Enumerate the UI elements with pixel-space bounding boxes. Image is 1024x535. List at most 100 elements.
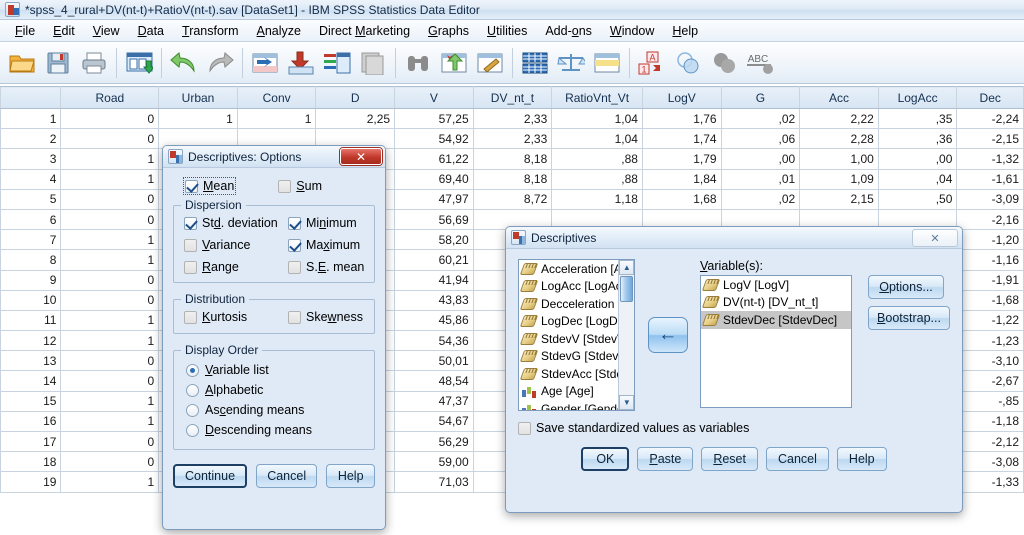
goto-case-icon[interactable]	[249, 45, 281, 81]
value-labels-icon[interactable]: A1	[636, 45, 668, 81]
grid-cell-acc[interactable]: 1,09	[799, 168, 879, 190]
recall-dialogs-icon[interactable]	[123, 45, 155, 81]
list-item[interactable]: LogV [LogV]	[701, 276, 851, 294]
move-variable-button[interactable]: ←	[647, 317, 688, 353]
show-all-variables-icon[interactable]	[708, 45, 740, 81]
grid-cell-v[interactable]: 45,86	[394, 309, 474, 332]
grid-cell-dec[interactable]: -3,08	[956, 451, 1024, 473]
grid-cell-road[interactable]: 0	[60, 208, 160, 231]
grid-cell-dec[interactable]: -1,68	[956, 289, 1024, 311]
list-item[interactable]: Gender [Gender]	[519, 400, 631, 410]
column-header-urban[interactable]: Urban	[158, 86, 238, 109]
alphabetic-radio[interactable]: Alphabetic	[186, 383, 263, 397]
table-row[interactable]: 3 1 61,22 8,18,88 1,79,00 1,00,00 -1,32	[0, 148, 1024, 170]
grid-cell-ratiovnt-vt[interactable]: 1,18	[551, 188, 643, 210]
grid-cell-v[interactable]: 56,29	[394, 430, 474, 453]
target-variable-list[interactable]: LogV [LogV] DV(nt-t) [DV_nt_t] StdevDec …	[700, 275, 852, 408]
grid-cell-road[interactable]: 1	[60, 229, 160, 251]
kurtosis-checkbox[interactable]: Kurtosis	[184, 310, 288, 324]
grid-cell-dec[interactable]: -1,61	[956, 168, 1024, 190]
grid-cell-g[interactable]: ,02	[720, 188, 801, 210]
help-button[interactable]: Help	[836, 446, 887, 471]
grid-cell-dec[interactable]: -1,32	[956, 148, 1024, 170]
grid-cell-road[interactable]: 0	[60, 188, 160, 210]
maximum-checkbox[interactable]: Maximum	[288, 238, 366, 252]
grid-cell-v[interactable]: 47,37	[394, 390, 474, 412]
grid-cell-v[interactable]: 60,21	[394, 249, 474, 271]
grid-cell-acc[interactable]: 2,22	[799, 107, 879, 130]
grid-cell-ratiovnt-vt[interactable]: 1,04	[551, 107, 643, 130]
options-button[interactable]: Options...	[868, 275, 944, 299]
close-icon[interactable]: ✕	[912, 229, 958, 247]
grid-cell-dec[interactable]: -1,22	[956, 309, 1024, 332]
descending-means-radio[interactable]: Descending means	[186, 423, 312, 437]
menu-window[interactable]: Window	[601, 22, 663, 40]
grid-cell-road[interactable]: 0	[60, 370, 160, 392]
grid-cell-v[interactable]: 56,69	[394, 208, 474, 231]
column-header-logacc[interactable]: LogAcc	[877, 86, 958, 109]
grid-cell-v[interactable]: 43,83	[394, 289, 474, 311]
insert-variable-icon[interactable]	[474, 45, 506, 81]
cancel-button[interactable]: Cancel	[256, 464, 318, 488]
grid-cell-road[interactable]: 1	[60, 309, 160, 332]
menu-help[interactable]: Help	[663, 22, 707, 40]
row-header[interactable]: 4	[0, 168, 62, 190]
list-item[interactable]: Decceleration [D...	[519, 295, 634, 313]
column-header-dv-nt-t[interactable]: DV_nt_t	[472, 86, 553, 109]
scrollbar-thumb[interactable]	[620, 276, 634, 302]
grid-cell-v[interactable]: 48,54	[394, 370, 474, 392]
bootstrap-button[interactable]: Bootstrap...	[868, 306, 950, 330]
row-header[interactable]: 7	[0, 229, 62, 251]
variables-icon[interactable]	[321, 45, 353, 81]
help-button[interactable]: Help	[326, 464, 375, 488]
use-variable-sets-icon[interactable]	[672, 45, 704, 81]
list-item[interactable]: LogDec [LogDec]	[519, 313, 634, 331]
row-header[interactable]: 19	[0, 471, 62, 493]
redo-icon[interactable]	[204, 45, 236, 81]
cancel-button[interactable]: Cancel	[766, 446, 829, 471]
grid-cell-v[interactable]: 54,67	[394, 410, 474, 433]
grid-cell-road[interactable]: 0	[60, 451, 160, 473]
paste-button[interactable]: Paste	[637, 446, 694, 471]
scroll-down-icon[interactable]: ▼	[619, 395, 635, 410]
grid-cell-logacc[interactable]: ,50	[877, 188, 958, 210]
grid-cell-road[interactable]: 1	[60, 410, 160, 433]
grid-cell-road[interactable]: 0	[60, 107, 160, 130]
table-row[interactable]: 5 0 47,97 8,72 1,18 1,68,02 2,15,50 -3,09	[0, 188, 1024, 210]
list-item[interactable]: LogAcc [LogAcc]	[519, 278, 631, 296]
grid-cell-dv-nt-t[interactable]: 2,33	[472, 107, 553, 130]
menu-edit[interactable]: Edit	[44, 22, 84, 40]
grid-cell-dec[interactable]: -2,12	[956, 430, 1024, 453]
grid-cell-v[interactable]: 54,92	[394, 128, 474, 150]
ascending-means-radio[interactable]: Ascending means	[186, 403, 304, 417]
row-header[interactable]: 5	[0, 188, 62, 210]
grid-cell-logv[interactable]: 1,74	[641, 128, 722, 150]
grid-cell-v[interactable]: 61,22	[394, 148, 474, 170]
grid-cell-dv-nt-t[interactable]: 2,33	[472, 128, 553, 150]
column-header-acc[interactable]: Acc	[799, 86, 879, 109]
row-header[interactable]: 17	[0, 430, 62, 453]
grid-cell-dec[interactable]: -2,67	[956, 370, 1024, 392]
menu-transform[interactable]: Transform	[173, 22, 248, 40]
grid-cell-road[interactable]: 0	[60, 269, 160, 291]
grid-cell-logacc[interactable]: ,04	[877, 168, 958, 190]
grid-cell-dec[interactable]: -2,15	[956, 128, 1024, 150]
insert-case-icon[interactable]	[438, 45, 470, 81]
column-header-logv[interactable]: LogV	[641, 86, 722, 109]
grid-cell-logacc[interactable]: ,36	[877, 128, 958, 150]
grid-cell-dec[interactable]: -1,23	[956, 330, 1024, 352]
grid-cell-dec[interactable]: -3,10	[956, 350, 1024, 372]
row-header[interactable]: 12	[0, 330, 62, 352]
goto-variable-icon[interactable]	[285, 45, 317, 81]
list-item[interactable]: Age [Age]	[519, 383, 618, 401]
grid-cell-road[interactable]: 0	[60, 289, 160, 311]
descriptives-dialog[interactable]: Descriptives ✕ Acceleration [Acc] LogAcc…	[505, 226, 963, 513]
undo-icon[interactable]	[168, 45, 200, 81]
grid-cell-d[interactable]: 2,25	[315, 107, 396, 130]
grid-cell-v[interactable]: 58,20	[394, 229, 474, 251]
row-header[interactable]: 13	[0, 350, 62, 372]
select-cases-icon[interactable]	[591, 45, 623, 81]
grid-cell-logacc[interactable]: ,00	[877, 148, 958, 170]
row-header[interactable]: 14	[0, 370, 62, 392]
menu-graphs[interactable]: Graphs	[419, 22, 478, 40]
